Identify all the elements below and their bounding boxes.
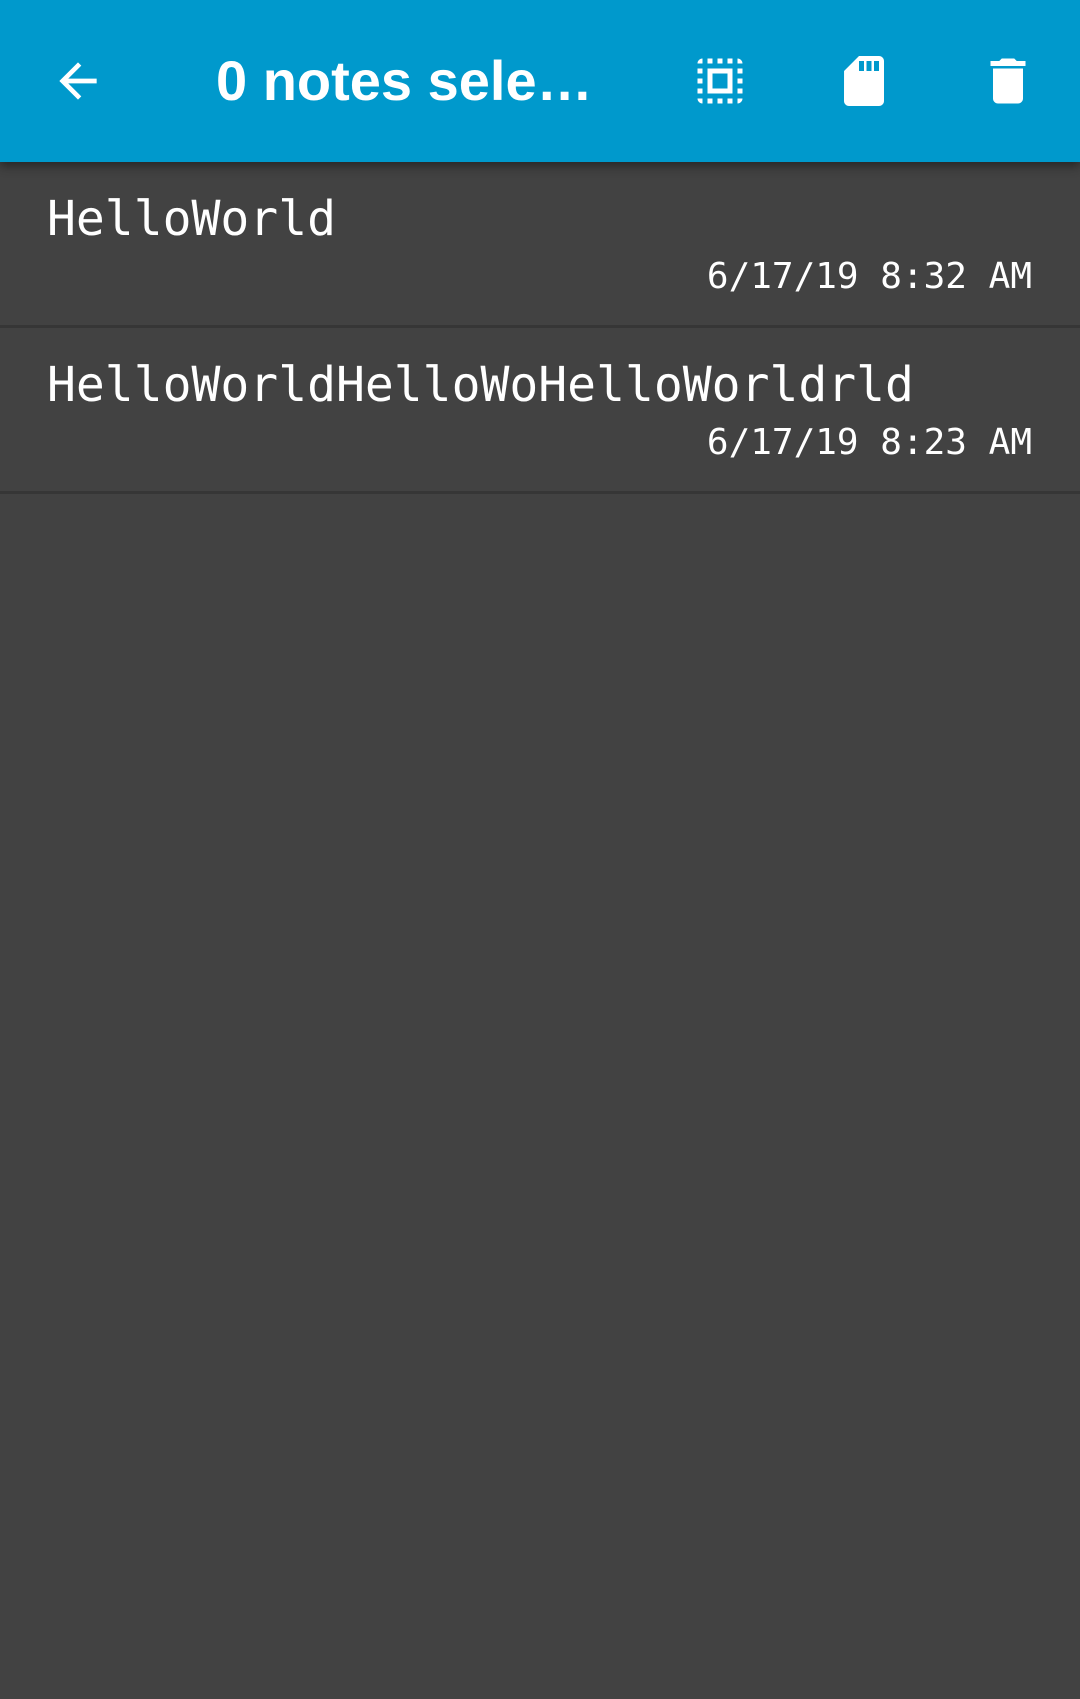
note-list-item[interactable]: HelloWorld 6/17/19 8:32 AM — [0, 162, 1080, 328]
selection-count-title: 0 notes selec… — [216, 49, 616, 112]
sd-card-icon — [834, 51, 894, 111]
note-date: 6/17/19 8:32 AM — [706, 256, 1032, 297]
save-to-sd-button[interactable] — [814, 31, 914, 131]
note-title: HelloWorldHelloWoHelloWorldrld — [47, 357, 914, 413]
note-list-item[interactable]: HelloWorldHelloWoHelloWorldrld 6/17/19 8… — [0, 328, 1080, 494]
notes-list: HelloWorld 6/17/19 8:32 AM HelloWorldHel… — [0, 162, 1080, 494]
note-date: 6/17/19 8:23 AM — [706, 422, 1032, 463]
select-all-icon — [690, 51, 750, 111]
note-title: HelloWorld — [47, 191, 336, 247]
delete-button[interactable] — [958, 31, 1058, 131]
select-all-button[interactable] — [670, 31, 770, 131]
arrow-back-icon — [50, 53, 106, 109]
back-button[interactable] — [28, 31, 128, 131]
app-toolbar: 0 notes selec… — [0, 0, 1080, 162]
trash-icon — [978, 51, 1038, 111]
